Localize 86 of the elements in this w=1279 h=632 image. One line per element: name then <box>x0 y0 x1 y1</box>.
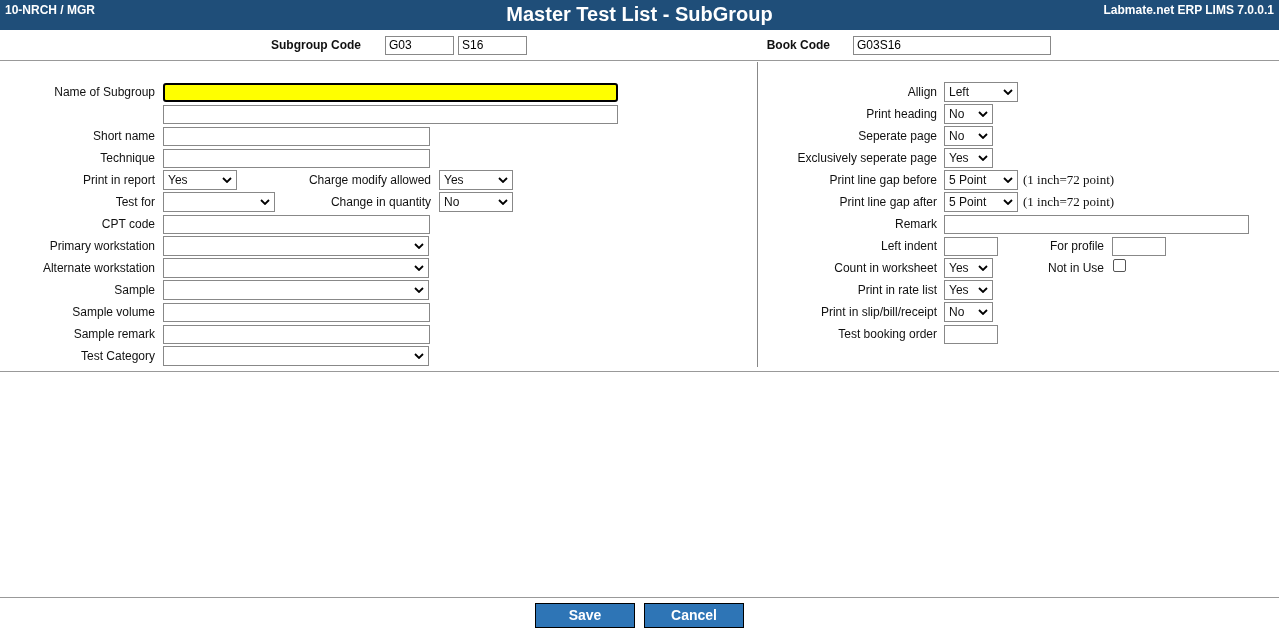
text-field[interactable] <box>944 214 1249 234</box>
book-code-field[interactable]: G03S16 <box>853 35 1051 55</box>
chevron-icon <box>978 155 988 161</box>
field-label: Primary workstation <box>48 239 155 253</box>
dropdown[interactable]: No <box>439 192 513 212</box>
dropdown[interactable]: No <box>944 104 993 124</box>
unit-note: (1 inch=72 point) <box>1023 172 1115 188</box>
field-label: Name of Subgroup <box>53 85 155 99</box>
text-field[interactable] <box>163 82 618 102</box>
text-field[interactable] <box>163 126 430 146</box>
chevron-icon <box>498 177 508 183</box>
user-label: 10-NRCH / MGR <box>5 3 95 17</box>
text-field[interactable] <box>1112 236 1166 256</box>
field-label: Seperate page <box>857 129 937 143</box>
field-label: Print in report <box>81 173 155 187</box>
field-label: For profile <box>1049 239 1104 253</box>
dropdown[interactable]: 5 Point <box>944 170 1018 190</box>
field-label: Test Category <box>79 349 155 363</box>
chevron-icon <box>414 265 424 271</box>
dropdown[interactable]: Yes <box>163 170 237 190</box>
field-label: CPT code <box>100 217 155 231</box>
field-label: Change in quantity <box>330 195 431 209</box>
dropdown[interactable]: No <box>944 302 993 322</box>
field-label: Charge modify allowed <box>308 173 431 187</box>
chevron-icon <box>222 177 232 183</box>
field-label: Print line gap before <box>828 173 937 187</box>
chevron-icon <box>414 243 424 249</box>
text-field[interactable] <box>163 104 618 124</box>
page-title: Master Test List - SubGroup <box>506 3 773 26</box>
dropdown[interactable]: No <box>944 126 993 146</box>
product-version: Labmate.net ERP LIMS 7.0.0.1 <box>1103 3 1274 17</box>
dropdown[interactable] <box>163 258 429 278</box>
field-label: Sample volume <box>71 305 155 319</box>
field-label: Test for <box>114 195 155 209</box>
field-label: Test booking order <box>837 327 937 341</box>
field-label: Technique <box>99 151 155 165</box>
text-field[interactable] <box>944 236 998 256</box>
chevron-icon <box>1003 199 1013 205</box>
field-label: Count in worksheet <box>833 261 937 275</box>
text-field[interactable] <box>163 214 430 234</box>
save-button[interactable]: Save <box>535 602 635 628</box>
chevron-icon <box>1003 89 1013 95</box>
chevron-icon <box>978 309 988 315</box>
dropdown[interactable] <box>163 280 429 300</box>
field-label: Sample <box>113 283 155 297</box>
text-field[interactable] <box>944 324 998 344</box>
field-label: Print in slip/bill/receipt <box>819 305 937 319</box>
chevron-icon <box>414 287 424 293</box>
dropdown[interactable] <box>163 236 429 256</box>
chevron-icon <box>498 199 508 205</box>
field-label: Sample remark <box>72 327 155 341</box>
chevron-icon <box>978 265 988 271</box>
field-label: Short name <box>91 129 155 143</box>
cancel-button[interactable]: Cancel <box>644 602 744 628</box>
field-label: Alternate workstation <box>41 261 155 275</box>
chevron-icon <box>260 199 270 205</box>
chevron-icon <box>978 133 988 139</box>
chevron-icon <box>1003 177 1013 183</box>
chevron-icon <box>978 287 988 293</box>
chevron-icon <box>414 353 424 359</box>
subgroup-code-field[interactable]: S16 <box>458 35 527 55</box>
text-field[interactable] <box>163 302 430 322</box>
chevron-icon <box>978 111 988 117</box>
field-label: Left indent <box>879 239 937 253</box>
dropdown[interactable]: Yes <box>944 258 993 278</box>
field-label: Exclusively seperate page <box>796 151 937 165</box>
unit-note: (1 inch=72 point) <box>1023 194 1115 210</box>
book-code-label: Book Code <box>765 38 830 52</box>
dropdown[interactable] <box>163 346 429 366</box>
field-label: Not in Use <box>1047 261 1104 275</box>
dropdown[interactable]: Yes <box>439 170 513 190</box>
dropdown[interactable] <box>163 192 275 212</box>
field-label: Print in rate list <box>856 283 937 297</box>
text-field[interactable] <box>163 148 430 168</box>
field-label: Remark <box>894 217 937 231</box>
dropdown[interactable]: 5 Point <box>944 192 1018 212</box>
checkbox[interactable] <box>1113 258 1126 272</box>
field-label: Allign <box>906 85 937 99</box>
subgroup-code-field[interactable]: G03 <box>385 35 454 55</box>
field-label: Print line gap after <box>838 195 937 209</box>
dropdown[interactable]: Yes <box>944 280 993 300</box>
field-label: Print heading <box>865 107 937 121</box>
text-field[interactable] <box>163 324 430 344</box>
dropdown[interactable]: Yes <box>944 148 993 168</box>
dropdown[interactable]: Left <box>944 82 1018 102</box>
subgroup-code-label: Subgroup Code <box>270 38 361 52</box>
